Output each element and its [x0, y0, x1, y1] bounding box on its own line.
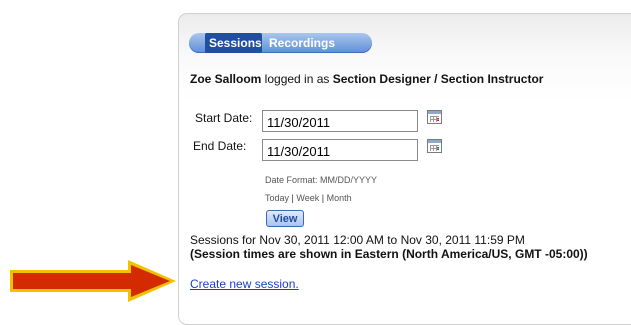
timezone-note: (Session times are shown in Eastern (Nor… — [190, 247, 588, 261]
start-date-input[interactable] — [262, 110, 418, 132]
sessions-range-text: Sessions for Nov 30, 2011 12:00 AM to No… — [190, 233, 525, 247]
tab-recordings[interactable]: Recordings — [269, 33, 335, 53]
tab-sessions[interactable]: Sessions — [205, 33, 262, 53]
login-role: Section Designer / Section Instructor — [332, 72, 544, 86]
calendar-icon[interactable] — [427, 110, 442, 124]
today-link[interactable]: Today — [265, 193, 289, 203]
view-button[interactable]: View — [266, 210, 304, 227]
quick-date-links: Today | Week | Month — [265, 193, 352, 203]
end-date-label: End Date: — [193, 139, 247, 153]
link-separator: | — [291, 193, 294, 203]
create-session-link[interactable]: Create new session. — [190, 277, 299, 291]
week-link[interactable]: Week — [296, 193, 319, 203]
login-middle-text: logged in as — [261, 72, 333, 86]
start-date-label: Start Date: — [195, 111, 253, 125]
calendar-icon[interactable] — [427, 139, 442, 153]
date-format-hint: Date Format: MM/DD/YYYY — [265, 175, 378, 185]
end-date-input[interactable] — [262, 139, 418, 161]
login-status: Zoe Salloom logged in as Section Designe… — [190, 72, 543, 86]
arrow-right-icon — [10, 260, 176, 302]
link-separator: | — [321, 193, 325, 203]
tab-bar: Sessions Recordings — [189, 33, 372, 53]
login-user: Zoe Salloom — [190, 72, 262, 86]
month-link[interactable]: Month — [327, 193, 352, 203]
